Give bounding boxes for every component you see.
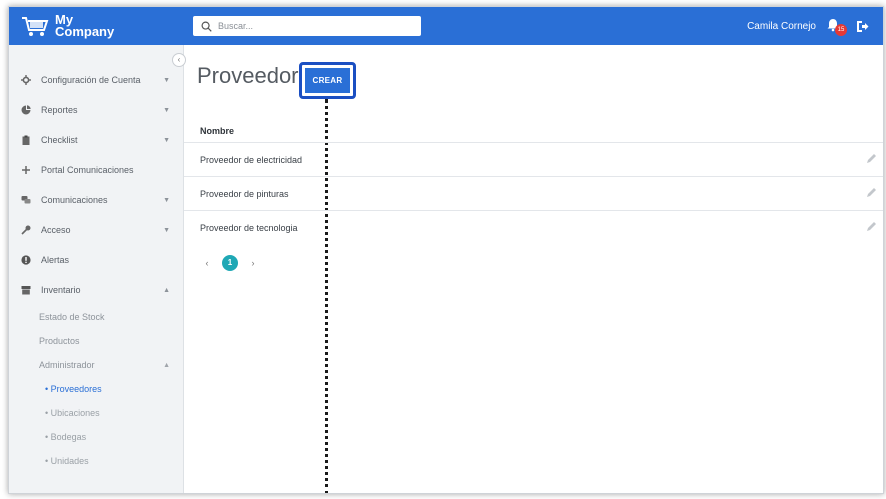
app-frame: My Company Camila Cornejo 15 xyxy=(8,6,884,494)
notifications-button[interactable]: 15 xyxy=(826,16,847,36)
alert-icon xyxy=(21,255,31,265)
sidebar-item-checklist[interactable]: Checklist ▼ xyxy=(9,125,184,155)
sidebar-item-portal-comunicaciones[interactable]: Portal Comunicaciones xyxy=(9,155,184,185)
table-row[interactable]: Proveedor de tecnologia xyxy=(184,210,883,244)
table-row[interactable]: Proveedor de electricidad xyxy=(184,142,883,176)
collapse-sidebar-button[interactable]: ‹ xyxy=(172,53,186,67)
sidebar-item-label: Comunicaciones xyxy=(41,195,108,205)
chevron-up-icon: ▲ xyxy=(163,361,170,369)
pagination-prev-button[interactable]: ‹ xyxy=(200,258,214,268)
sidebar-item-configuracion[interactable]: Configuración de Cuenta ▼ xyxy=(9,65,184,95)
sidebar-subitem-estado-stock[interactable]: Estado de Stock xyxy=(9,305,184,329)
create-button-highlight: CREAR xyxy=(299,62,356,99)
chat-icon xyxy=(21,196,31,204)
create-button[interactable]: CREAR xyxy=(305,68,350,93)
chevron-down-icon: ▼ xyxy=(163,106,170,114)
logo[interactable]: My Company xyxy=(9,13,181,39)
sidebar-leaf-label: • Bodegas xyxy=(45,432,87,442)
table-row[interactable]: Proveedor de pinturas xyxy=(184,176,883,210)
key-icon xyxy=(21,225,31,235)
clipboard-icon xyxy=(22,135,30,145)
logout-button[interactable] xyxy=(856,20,869,33)
page-title: Proveedor xyxy=(197,63,299,88)
sidebar-item-alertas[interactable]: Alertas xyxy=(9,245,184,275)
pencil-icon[interactable] xyxy=(866,187,877,198)
box-icon xyxy=(21,286,31,295)
notification-badge: 15 xyxy=(835,24,847,36)
sidebar-subitem-productos[interactable]: Productos xyxy=(9,329,184,353)
plus-icon xyxy=(22,166,30,174)
sidebar-leaf-label: • Unidades xyxy=(45,456,89,466)
sidebar-item-inventario[interactable]: Inventario ▲ xyxy=(9,275,184,305)
sidebar-item-label: Configuración de Cuenta xyxy=(41,75,141,85)
sidebar-item-reportes[interactable]: Reportes ▼ xyxy=(9,95,184,125)
sidebar-item-acceso[interactable]: Acceso ▼ xyxy=(9,215,184,245)
sidebar-subitem-label: Estado de Stock xyxy=(39,312,105,322)
sidebar-subitem-administrador[interactable]: Administrador ▲ xyxy=(9,353,184,377)
provider-table: Proveedor de electricidad Proveedor de p… xyxy=(184,142,883,244)
sidebar-leaf-unidades[interactable]: • Unidades xyxy=(9,449,184,473)
chevron-up-icon: ▲ xyxy=(163,286,170,294)
sidebar-subitem-label: Administrador xyxy=(39,360,95,370)
search-icon xyxy=(201,21,212,32)
sidebar-leaf-label: • Ubicaciones xyxy=(45,408,100,418)
chevron-down-icon: ▼ xyxy=(163,76,170,84)
cart-icon xyxy=(22,17,49,36)
brand-line-2: Company xyxy=(55,24,115,39)
sidebar-leaf-label: • Proveedores xyxy=(45,384,102,394)
sidebar-item-comunicaciones[interactable]: Comunicaciones ▼ xyxy=(9,185,184,215)
pagination: ‹ 1 › xyxy=(200,255,260,271)
gear-icon xyxy=(21,75,31,85)
sidebar-nav: Configuración de Cuenta ▼ Reportes ▼ Che… xyxy=(9,65,184,473)
chevron-down-icon: ▼ xyxy=(163,226,170,234)
main-content: Proveedor CREAR Nombre Proveedor de elec… xyxy=(184,45,883,493)
search-input[interactable] xyxy=(218,21,408,31)
sidebar-item-label: Alertas xyxy=(41,255,70,265)
sidebar-item-label: Inventario xyxy=(41,285,81,295)
search-box[interactable] xyxy=(193,16,421,36)
pie-chart-icon xyxy=(21,105,31,115)
sidebar-subitem-label: Productos xyxy=(39,336,80,346)
column-header-nombre[interactable]: Nombre xyxy=(200,126,234,136)
sidebar-item-label: Acceso xyxy=(41,225,71,235)
provider-name: Proveedor de pinturas xyxy=(200,188,289,199)
sidebar: ‹ Configuración de Cuenta ▼ Reportes ▼ C… xyxy=(9,45,186,493)
logout-icon xyxy=(857,20,869,32)
brand-name: My Company xyxy=(55,13,115,39)
pencil-icon[interactable] xyxy=(866,221,877,232)
pagination-next-button[interactable]: › xyxy=(246,258,260,268)
sidebar-item-label: Checklist xyxy=(41,135,78,145)
chevron-down-icon: ▼ xyxy=(163,136,170,144)
sidebar-leaf-proveedores[interactable]: • Proveedores xyxy=(9,377,184,401)
sidebar-leaf-bodegas[interactable]: • Bodegas xyxy=(9,425,184,449)
pencil-icon[interactable] xyxy=(866,153,877,164)
provider-name: Proveedor de electricidad xyxy=(200,154,303,165)
sidebar-leaf-ubicaciones[interactable]: • Ubicaciones xyxy=(9,401,184,425)
top-bar: My Company Camila Cornejo 15 xyxy=(9,7,883,45)
sidebar-item-label: Reportes xyxy=(41,105,78,115)
user-area: Camila Cornejo 15 xyxy=(747,16,883,36)
pagination-page-1[interactable]: 1 xyxy=(222,255,238,271)
user-name[interactable]: Camila Cornejo xyxy=(747,21,816,32)
provider-name: Proveedor de tecnologia xyxy=(200,222,298,233)
chevron-down-icon: ▼ xyxy=(163,196,170,204)
sidebar-item-label: Portal Comunicaciones xyxy=(41,165,134,175)
